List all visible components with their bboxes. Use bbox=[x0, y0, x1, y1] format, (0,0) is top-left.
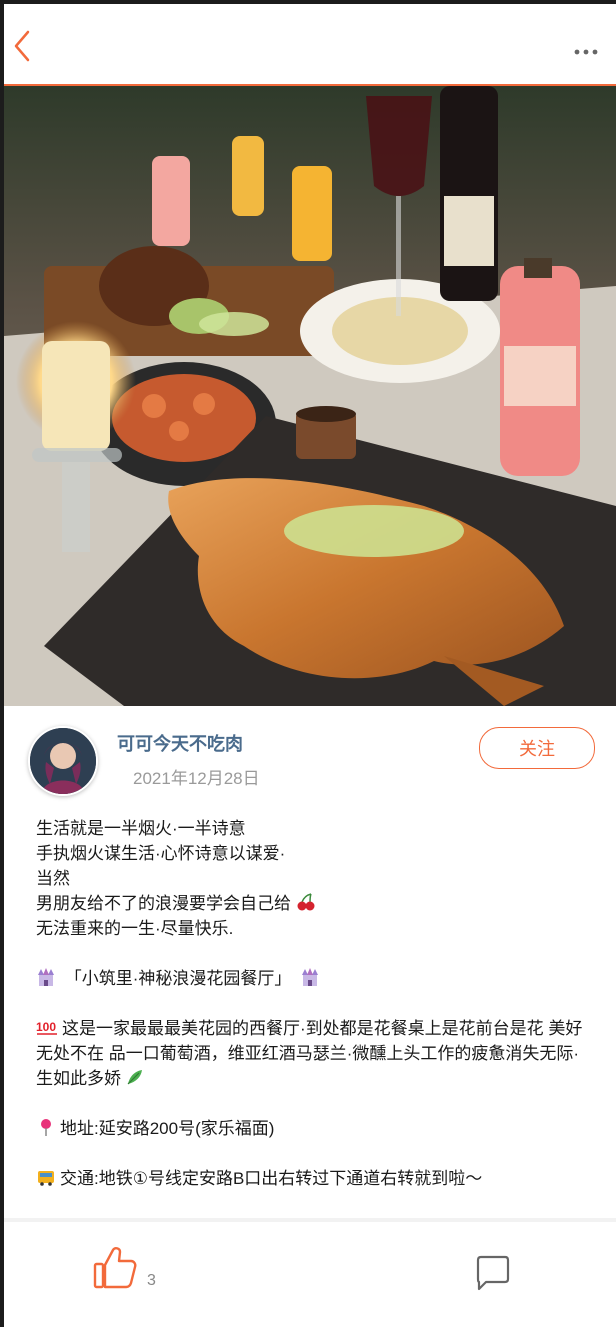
more-button[interactable] bbox=[574, 44, 598, 55]
back-button[interactable] bbox=[10, 28, 34, 64]
text-line: 手执烟火谋生活·心怀诗意以谋爱· bbox=[36, 844, 286, 863]
more-dots-icon bbox=[574, 49, 598, 55]
follow-button[interactable]: 关注 bbox=[479, 727, 595, 769]
comment-button[interactable] bbox=[474, 1254, 512, 1292]
transport-line: 交通:地铁①号线定安路B口出右转过下通道右转就到啦～ bbox=[36, 1166, 596, 1191]
text-line: 当然 bbox=[36, 869, 70, 888]
svg-text:100: 100 bbox=[36, 1020, 56, 1034]
castle-icon bbox=[302, 968, 319, 986]
cherry-icon bbox=[297, 893, 315, 911]
like-count: 3 bbox=[147, 1272, 156, 1289]
transport-text: 交通:地铁①号线定安路B口出右转过下通道右转就到啦～ bbox=[60, 1169, 483, 1188]
post-photo[interactable] bbox=[4, 86, 616, 706]
venue-name: 「小筑里·神秘浪漫花园餐厅」 bbox=[64, 969, 292, 988]
hundred-points-icon: 100 bbox=[36, 1020, 57, 1035]
top-bar bbox=[4, 4, 616, 86]
thumbs-up-icon bbox=[93, 1247, 137, 1289]
text-line: 男朋友给不了的浪漫要学会自己给 bbox=[36, 891, 596, 916]
divider bbox=[4, 1218, 616, 1222]
post-content: 生活就是一半烟火·一半诗意 手执烟火谋生活·心怀诗意以谋爱· 当然 男朋友给不了… bbox=[36, 816, 596, 1191]
pin-icon bbox=[41, 1119, 51, 1136]
author-name[interactable]: 可可今天不吃肉 bbox=[117, 730, 243, 756]
app-frame: 可可今天不吃肉 2021年12月28日 关注 生活就是一半烟火·一半诗意 手执烟… bbox=[4, 4, 616, 1327]
comment-icon bbox=[476, 1255, 510, 1291]
bus-icon bbox=[38, 1171, 54, 1186]
post-date: 2021年12月28日 bbox=[133, 769, 260, 788]
text-line: 生活就是一半烟火·一半诗意 bbox=[36, 819, 246, 838]
herb-icon bbox=[127, 1070, 142, 1085]
address-line: 地址:延安路200号(家乐福面) bbox=[36, 1116, 596, 1141]
castle-icon bbox=[38, 968, 54, 986]
text-line: 无法重来的一生·尽量快乐. bbox=[36, 919, 234, 938]
venue-line: 「小筑里·神秘浪漫花园餐厅」 bbox=[36, 966, 596, 991]
like-button[interactable] bbox=[92, 1245, 138, 1291]
author-avatar[interactable] bbox=[28, 726, 98, 796]
text-line-label: 男朋友给不了的浪漫要学会自己给 bbox=[36, 894, 291, 913]
description: 100 这是一家最最最美花园的西餐厅·到处都是花餐桌上是花前台是花 美好无处不在… bbox=[36, 1016, 596, 1091]
address-text: 地址:延安路200号(家乐福面) bbox=[60, 1119, 275, 1138]
description-text: 这是一家最最最美花园的西餐厅·到处都是花餐桌上是花前台是花 美好无处不在 品一口… bbox=[36, 1019, 583, 1088]
chevron-left-icon bbox=[14, 30, 30, 62]
